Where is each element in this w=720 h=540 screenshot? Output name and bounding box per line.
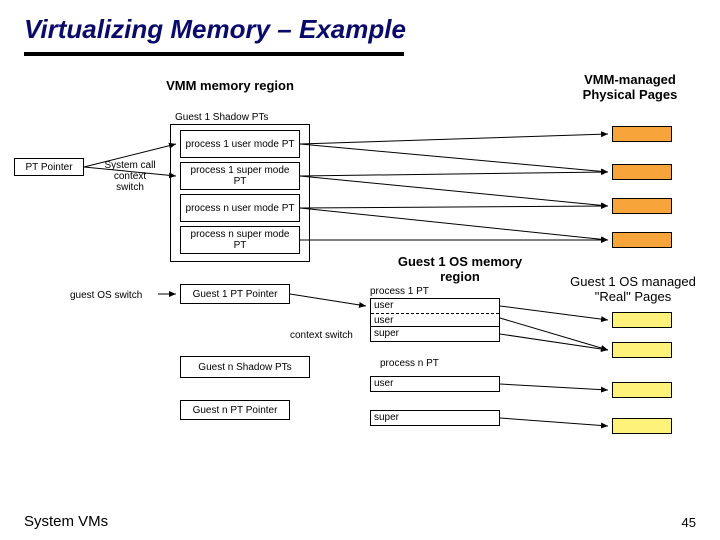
physical-page: [612, 164, 672, 180]
guest1-real-pages-label: Guest 1 OS managed "Real" Pages: [558, 274, 708, 304]
vmm-managed-pages-label: VMM-managed Physical Pages: [560, 72, 700, 102]
process1-pt-label: process 1 PT: [370, 286, 429, 297]
processn-pt-user-box: user: [370, 376, 500, 392]
guest-os-switch-label: guest OS switch: [70, 290, 142, 301]
guest1-shadow-pts-label: Guest 1 Shadow PTs: [175, 112, 268, 123]
footer-left: System VMs: [24, 513, 108, 530]
process1-pt-box: user user: [370, 298, 500, 329]
slide-title: Virtualizing Memory – Example: [24, 14, 406, 45]
real-page: [612, 312, 672, 328]
physical-page: [612, 198, 672, 214]
processn-pt-super-row: super: [371, 411, 499, 425]
processn-pt-label: process n PT: [380, 358, 439, 369]
context-switch-label: context switch: [290, 330, 353, 341]
process1-pt-user-row: user: [371, 299, 499, 314]
physical-page: [612, 126, 672, 142]
guestn-pt-pointer-box: Guest n PT Pointer: [180, 400, 290, 420]
process1-pt-super-box: super: [370, 326, 500, 342]
processn-pt-super-box: super: [370, 410, 500, 426]
guest1-os-memory-region-label: Guest 1 OS memory region: [380, 254, 540, 284]
guest1-pt-pointer-box: Guest 1 PT Pointer: [180, 284, 290, 304]
processn-pt-user-row: user: [371, 377, 499, 391]
process1-super-pt-box: process 1 super mode PT: [180, 162, 300, 190]
physical-page: [612, 232, 672, 248]
title-underline: [24, 52, 404, 56]
processn-super-pt-box: process n super mode PT: [180, 226, 300, 254]
pt-pointer-box: PT Pointer: [14, 158, 84, 176]
vmm-memory-region-label: VMM memory region: [140, 78, 320, 93]
process1-pt-super-row: super: [371, 327, 499, 341]
process1-user-pt-box: process 1 user mode PT: [180, 130, 300, 158]
guestn-shadow-pts-box: Guest n Shadow PTs: [180, 356, 310, 378]
system-call-context-switch-label: System call context switch: [100, 160, 160, 193]
processn-user-pt-box: process n user mode PT: [180, 194, 300, 222]
real-page: [612, 382, 672, 398]
real-page: [612, 418, 672, 434]
real-page: [612, 342, 672, 358]
slide-number: 45: [682, 515, 696, 530]
